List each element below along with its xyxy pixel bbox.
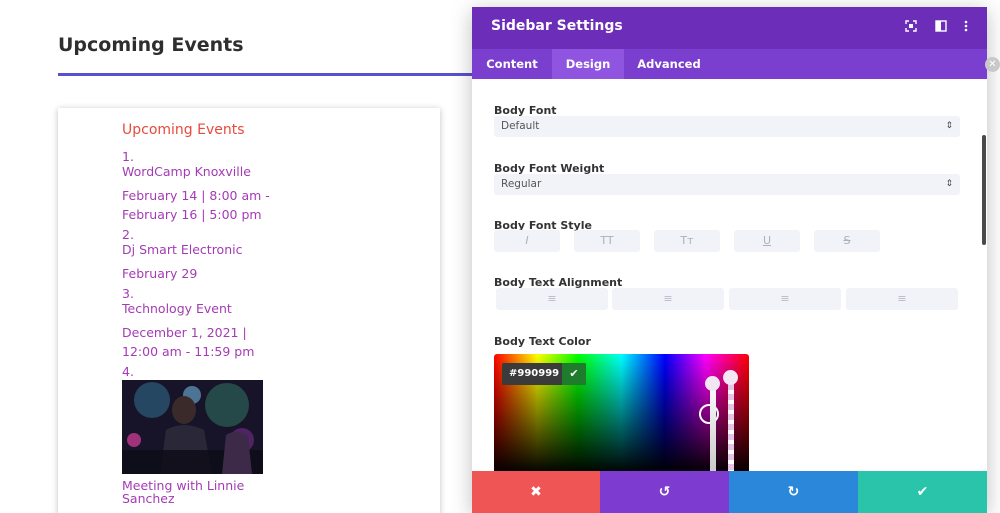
- align-left-button[interactable]: ≡: [496, 288, 608, 310]
- dj-photo-image: [122, 380, 263, 474]
- event-link[interactable]: WordCamp Knoxville: [122, 162, 251, 181]
- redo-icon: ↻: [787, 484, 800, 500]
- page-title: Upcoming Events: [58, 34, 244, 56]
- split-view-icon[interactable]: [934, 20, 948, 34]
- capitalize-button[interactable]: Tт: [654, 230, 720, 252]
- align-center-button[interactable]: ≡: [612, 288, 724, 310]
- sidebar-settings-modal: Sidebar Settings Content Design Advanced…: [472, 7, 987, 513]
- cancel-button[interactable]: ✖: [472, 471, 600, 513]
- hue-slider[interactable]: [710, 379, 716, 471]
- event-date: 12:00 am - 11:59 pm: [122, 344, 255, 359]
- opacity-slider[interactable]: [728, 374, 734, 471]
- hex-value: #990999: [509, 368, 560, 379]
- checkmark-icon: ✔: [916, 484, 929, 500]
- save-button[interactable]: ✔: [858, 471, 987, 513]
- body-font-weight-value: Regular: [501, 178, 542, 190]
- title-divider: [58, 73, 478, 76]
- event-image[interactable]: [122, 380, 263, 474]
- event-date: February 29: [122, 266, 198, 281]
- align-justify-button[interactable]: ≡: [846, 288, 958, 310]
- opacity-slider-thumb[interactable]: [723, 370, 738, 385]
- tab-design[interactable]: Design: [552, 49, 624, 79]
- widget-title: Upcoming Events: [122, 122, 245, 138]
- more-options-icon[interactable]: [959, 20, 973, 34]
- confirm-color-icon[interactable]: ✔: [562, 363, 586, 385]
- uppercase-button[interactable]: TT: [574, 230, 640, 252]
- select-arrows-icon: ⇕: [945, 179, 953, 189]
- hex-input[interactable]: #990999 ✔: [502, 363, 586, 385]
- body-font-weight-select[interactable]: Regular ⇕: [494, 174, 960, 195]
- redo-button[interactable]: ↻: [729, 471, 858, 513]
- modal-title: Sidebar Settings: [491, 18, 623, 34]
- color-picker[interactable]: #990999 ✔: [494, 354, 749, 471]
- scrollbar[interactable]: [982, 135, 986, 245]
- underline-button[interactable]: U: [734, 230, 800, 252]
- body-text-color-label: Body Text Color: [494, 335, 591, 348]
- undo-icon: ↺: [658, 484, 671, 500]
- body-font-select[interactable]: Default ⇕: [494, 116, 960, 137]
- saturation-cursor[interactable]: [699, 404, 719, 424]
- tab-content[interactable]: Content: [472, 49, 552, 79]
- undo-button[interactable]: ↺: [600, 471, 729, 513]
- hue-slider-thumb[interactable]: [705, 376, 720, 391]
- event-link[interactable]: Sanchez: [122, 492, 175, 505]
- close-modal-icon[interactable]: ✕: [985, 57, 1000, 72]
- event-number: 4.: [122, 364, 134, 379]
- select-arrows-icon: ⇕: [945, 121, 953, 131]
- modal-tabs: Content Design Advanced: [472, 49, 987, 79]
- page: Upcoming Events Upcoming Events 1. WordC…: [0, 0, 1000, 513]
- event-date: December 1, 2021 |: [122, 325, 247, 340]
- tab-advanced[interactable]: Advanced: [624, 49, 714, 79]
- modal-footer: ✖ ↺ ↻ ✔: [472, 471, 987, 513]
- modal-header: Sidebar Settings: [472, 7, 987, 49]
- strikethrough-button[interactable]: S: [814, 230, 880, 252]
- close-icon: ✖: [530, 484, 542, 500]
- event-date: February 16 | 5:00 pm: [122, 207, 262, 222]
- event-link[interactable]: Technology Event: [122, 299, 232, 318]
- italic-button[interactable]: I: [494, 230, 560, 252]
- settings-scroll-area[interactable]: Body Font Default ⇕ Body Font Weight Reg…: [472, 79, 987, 471]
- event-date: February 14 | 8:00 am -: [122, 188, 270, 203]
- align-right-button[interactable]: ≡: [729, 288, 841, 310]
- fullscreen-icon[interactable]: [904, 20, 918, 34]
- event-link[interactable]: Dj Smart Electronic: [122, 240, 242, 259]
- body-font-value: Default: [501, 120, 540, 132]
